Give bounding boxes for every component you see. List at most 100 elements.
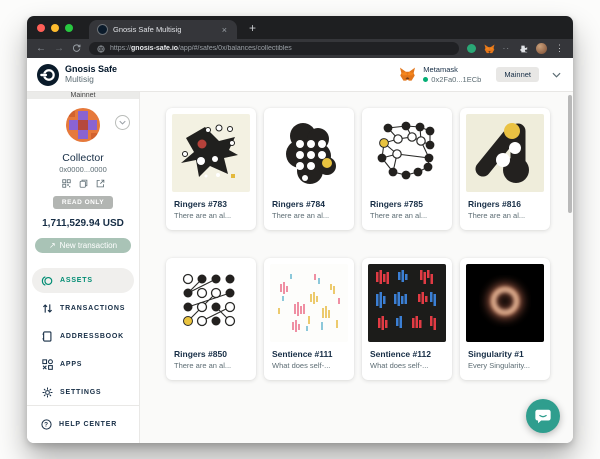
addressbook-icon — [41, 331, 53, 342]
browser-tab-strip: Gnosis Safe Multisig × + — [27, 16, 573, 39]
nft-subtitle: What does self-... — [370, 361, 444, 370]
sidebar-item-label: TRANSACTIONS — [60, 305, 125, 312]
puzzle-extensions-icon[interactable] — [518, 44, 528, 54]
app-header: Gnosis Safe Multisig Metamask 0x2Fa0...1… — [27, 58, 573, 92]
chat-bubble-icon — [534, 407, 552, 425]
new-transaction-button[interactable]: ↗ New transaction — [35, 238, 131, 253]
nft-title: Singularity #1 — [468, 349, 542, 359]
wallet-provider: Metamask — [423, 65, 481, 74]
nft-subtitle: There are an al... — [174, 361, 248, 370]
safe-identicon — [66, 108, 100, 142]
sidebar-collapse-button[interactable] — [115, 115, 130, 130]
nft-title: Ringers #816 — [468, 199, 542, 209]
nft-art-ringers-784 — [270, 114, 348, 192]
minimize-window-button[interactable] — [51, 24, 59, 32]
nft-subtitle: What does self-... — [272, 361, 346, 370]
nft-card-ringers-785[interactable]: Ringers #785 There are an al... — [362, 108, 452, 230]
zoom-window-button[interactable] — [65, 24, 73, 32]
nft-subtitle: Every Singularity... — [468, 361, 542, 370]
nft-title: Sentience #111 — [272, 349, 346, 359]
help-center-link[interactable]: ? HELP CENTER — [27, 405, 139, 443]
back-icon[interactable]: ← — [36, 44, 46, 54]
sidebar-item-label: SETTINGS — [60, 389, 101, 396]
brand-subtitle: Multisig — [65, 75, 117, 85]
browser-tab[interactable]: Gnosis Safe Multisig × — [89, 20, 237, 39]
wallet-status-dot — [423, 77, 428, 82]
sidebar-item-apps[interactable]: APPS — [32, 352, 134, 377]
app-body: Mainnet Collector 0x0000...0000 — [27, 92, 573, 443]
help-center-label: HELP CENTER — [59, 421, 117, 428]
nft-card-ringers-816[interactable]: Ringers #816 There are an al... — [460, 108, 550, 230]
reload-icon[interactable] — [72, 44, 81, 53]
chevron-down-icon[interactable] — [552, 72, 561, 78]
browser-menu-icon[interactable]: ⋮ — [555, 43, 564, 54]
sidebar-item-label: ASSETS — [60, 277, 93, 284]
url-text: https://gnosis-safe.io/app/#/safes/0x/ba… — [110, 45, 292, 52]
sidebar-item-transactions[interactable]: TRANSACTIONS — [32, 296, 134, 321]
nft-card-sentience-111[interactable]: Sentience #111 What does self-... — [264, 258, 354, 380]
site-info-icon[interactable] — [97, 45, 105, 53]
sidebar-item-assets[interactable]: ASSETS — [32, 268, 134, 293]
close-window-button[interactable] — [37, 24, 45, 32]
nft-title: Ringers #784 — [272, 199, 346, 209]
browser-window: Gnosis Safe Multisig × + ← → https://gno… — [27, 16, 573, 443]
wallet-address: 0x2Fa0...1ECb — [431, 75, 481, 84]
nft-title: Sentience #112 — [370, 349, 444, 359]
apps-icon — [41, 359, 53, 370]
metamask-extension-icon[interactable] — [484, 44, 495, 54]
nft-subtitle: There are an al... — [468, 211, 542, 220]
extensions-overflow-icon[interactable]: ·· — [503, 44, 510, 53]
intercom-chat-button[interactable] — [526, 399, 560, 433]
wallet-meta: Metamask 0x2Fa0...1ECb — [423, 65, 481, 84]
metamask-fox-icon — [399, 67, 416, 82]
nft-subtitle: There are an al... — [370, 211, 444, 220]
sidebar-network-label: Mainnet — [27, 92, 139, 99]
transactions-icon — [41, 303, 53, 314]
nft-art-ringers-783 — [172, 114, 250, 192]
nft-subtitle: There are an al... — [174, 211, 248, 220]
nft-art-ringers-816 — [466, 114, 544, 192]
nft-card-ringers-784[interactable]: Ringers #784 There are an al... — [264, 108, 354, 230]
sidebar-item-label: APPS — [60, 361, 82, 368]
read-only-badge: READ ONLY — [53, 196, 113, 209]
tab-close-icon[interactable]: × — [220, 25, 229, 35]
nft-card-ringers-850[interactable]: Ringers #850 There are an al... — [166, 258, 256, 380]
assets-icon — [41, 276, 53, 286]
nft-art-sentience-111 — [270, 264, 348, 342]
svg-text:?: ? — [44, 422, 49, 429]
sidebar-nav: ASSETS TRANSACTIONS ADDRESSBOOK — [27, 268, 139, 405]
safe-address: 0x0000...0000 — [27, 165, 139, 174]
nft-title: Ringers #783 — [174, 199, 248, 209]
nft-card-sentience-112[interactable]: Sentience #112 What does self-... — [362, 258, 452, 380]
nft-art-singularity-1 — [466, 264, 544, 342]
nft-subtitle: There are an al... — [272, 211, 346, 220]
brand-text: Gnosis Safe Multisig — [65, 64, 117, 84]
arrow-up-right-icon: ↗ — [49, 241, 56, 250]
gnosis-safe-logo-icon — [37, 64, 59, 86]
network-pill[interactable]: Mainnet — [496, 67, 539, 82]
forward-icon[interactable]: → — [54, 44, 64, 54]
address-bar[interactable]: https://gnosis-safe.io/app/#/safes/0x/ba… — [89, 42, 459, 55]
desktop-background: Gnosis Safe Multisig × + ← → https://gno… — [0, 0, 600, 459]
profile-avatar[interactable] — [536, 43, 547, 54]
tab-title: Gnosis Safe Multisig — [113, 25, 220, 34]
settings-gear-icon — [41, 387, 53, 398]
nft-card-singularity-1[interactable]: Singularity #1 Every Singularity... — [460, 258, 550, 380]
scrollbar[interactable] — [568, 95, 572, 213]
external-link-icon[interactable] — [96, 179, 105, 188]
copy-address-icon[interactable] — [79, 179, 88, 188]
nft-title: Ringers #850 — [174, 349, 248, 359]
sidebar-item-settings[interactable]: SETTINGS — [32, 380, 134, 405]
nft-card-ringers-783[interactable]: Ringers #783 There are an al... — [166, 108, 256, 230]
wallet-info[interactable]: Metamask 0x2Fa0...1ECb Mainnet — [399, 65, 561, 84]
nft-art-ringers-785 — [368, 114, 446, 192]
extension-icon[interactable] — [467, 44, 476, 53]
sidebar-item-label: ADDRESSBOOK — [60, 333, 124, 340]
new-tab-button[interactable]: + — [249, 22, 256, 34]
collectibles-grid: Ringers #783 There are an al... Ringe — [166, 108, 559, 380]
sidebar-item-addressbook[interactable]: ADDRESSBOOK — [32, 324, 134, 349]
nft-art-sentience-112 — [368, 264, 446, 342]
sidebar: Mainnet Collector 0x0000...0000 — [27, 92, 140, 443]
browser-toolbar: ← → https://gnosis-safe.io/app/#/safes/0… — [27, 39, 573, 58]
qr-code-icon[interactable] — [62, 179, 71, 188]
